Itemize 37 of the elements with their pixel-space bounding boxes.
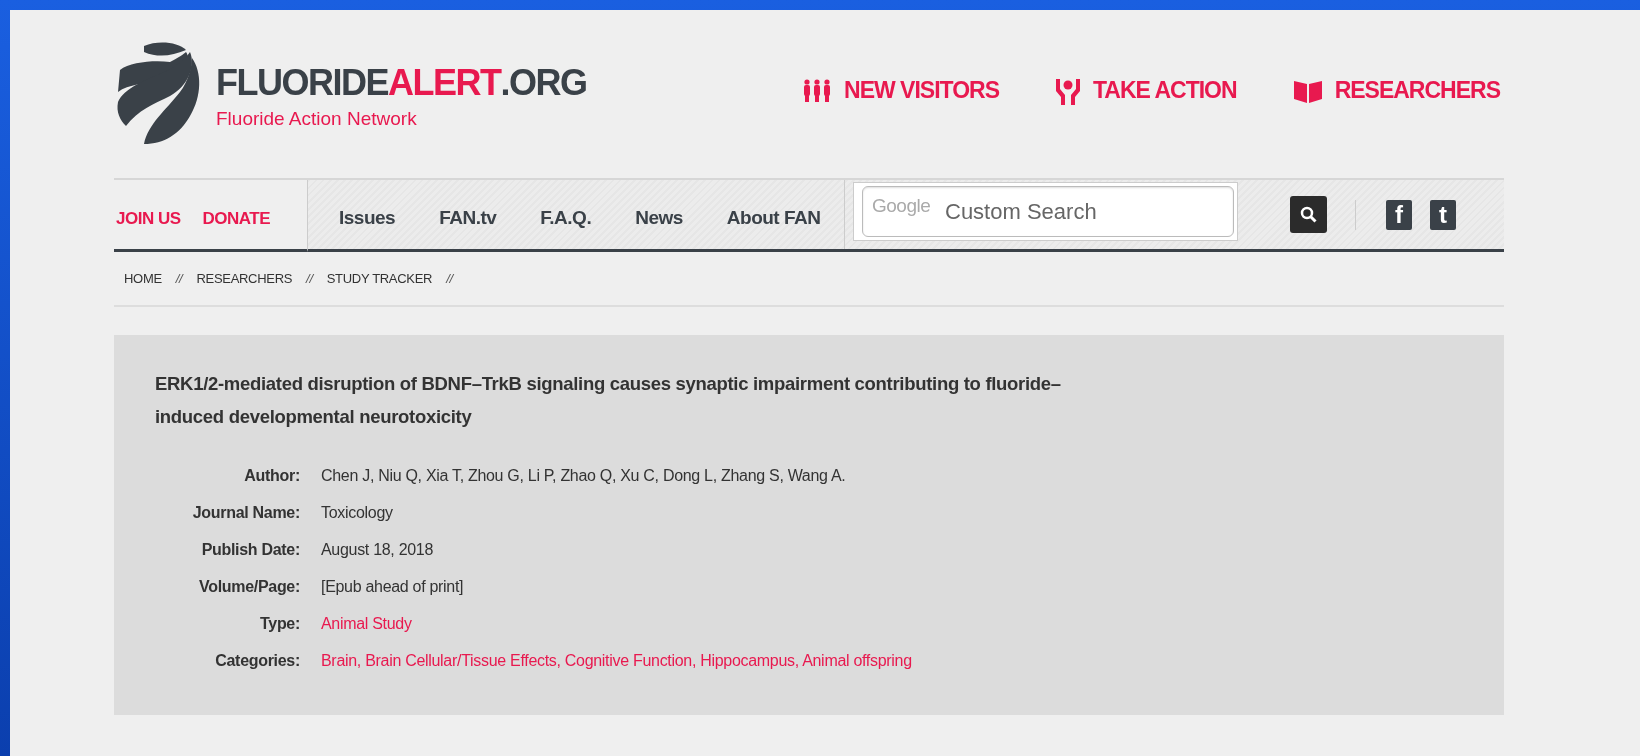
field-value: August 18, 2018: [321, 540, 435, 560]
logo-tagline: Fluoride Action Network: [216, 107, 418, 130]
field-label: Type:: [259, 614, 300, 634]
menu-link[interactable]: About FAN: [726, 206, 821, 229]
search-brand-label: Google: [872, 195, 931, 217]
side-link[interactable]: DONATE: [202, 208, 271, 229]
field-label: Journal Name:: [191, 503, 300, 523]
breadcrumb-separator: //: [446, 271, 453, 286]
breadcrumb-link[interactable]: RESEARCHERS: [196, 271, 293, 286]
menu-link[interactable]: F.A.Q.: [540, 206, 592, 229]
logo-wordmark[interactable]: FLUORIDEALERT.ORG: [216, 62, 587, 104]
study-title: ERK1/2-mediated disruption of BDNF–TrkB signaling causes synaptic impairment contributing to fluoride– induced developmental neurotoxicity: [155, 372, 1062, 429]
search-button[interactable]: [1290, 196, 1327, 233]
search-icon: [1299, 205, 1318, 224]
breadcrumb-link[interactable]: STUDY TRACKER: [326, 271, 433, 286]
field-value: [Epub ahead of print]: [321, 577, 465, 597]
menu-link[interactable]: Issues: [339, 206, 396, 229]
top-nav-link[interactable]: RESEARCHERS: [1292, 78, 1500, 104]
top-nav-link[interactable]: NEW VISITORS: [802, 78, 999, 104]
book-icon: [1292, 79, 1323, 103]
people-icon: [802, 79, 832, 103]
menu-link[interactable]: News: [635, 206, 683, 229]
field-label: Volume/Page:: [197, 577, 300, 597]
social-link[interactable]: f: [1386, 199, 1412, 230]
field-label: Publish Date:: [200, 540, 300, 560]
menu-link[interactable]: FAN.tv: [439, 206, 497, 229]
field-value: Toxicology: [321, 503, 394, 523]
field-value: Chen J, Niu Q, Xia T, Zhou G, Li P, Zhao Q, Xu C, Dong L, Zhang S, Wang A.: [321, 466, 847, 486]
breadcrumb-separator: //: [175, 271, 183, 286]
social-link[interactable]: t: [1430, 199, 1456, 230]
side-link[interactable]: JOIN US: [116, 208, 181, 229]
hands-icon: [1055, 77, 1081, 105]
field-label: Categories:: [214, 651, 300, 671]
breadcrumb-link[interactable]: HOME: [124, 271, 162, 286]
breadcrumb-separator: //: [306, 271, 313, 286]
top-nav-link[interactable]: TAKE ACTION: [1055, 77, 1237, 105]
field-label: Author:: [243, 466, 300, 486]
